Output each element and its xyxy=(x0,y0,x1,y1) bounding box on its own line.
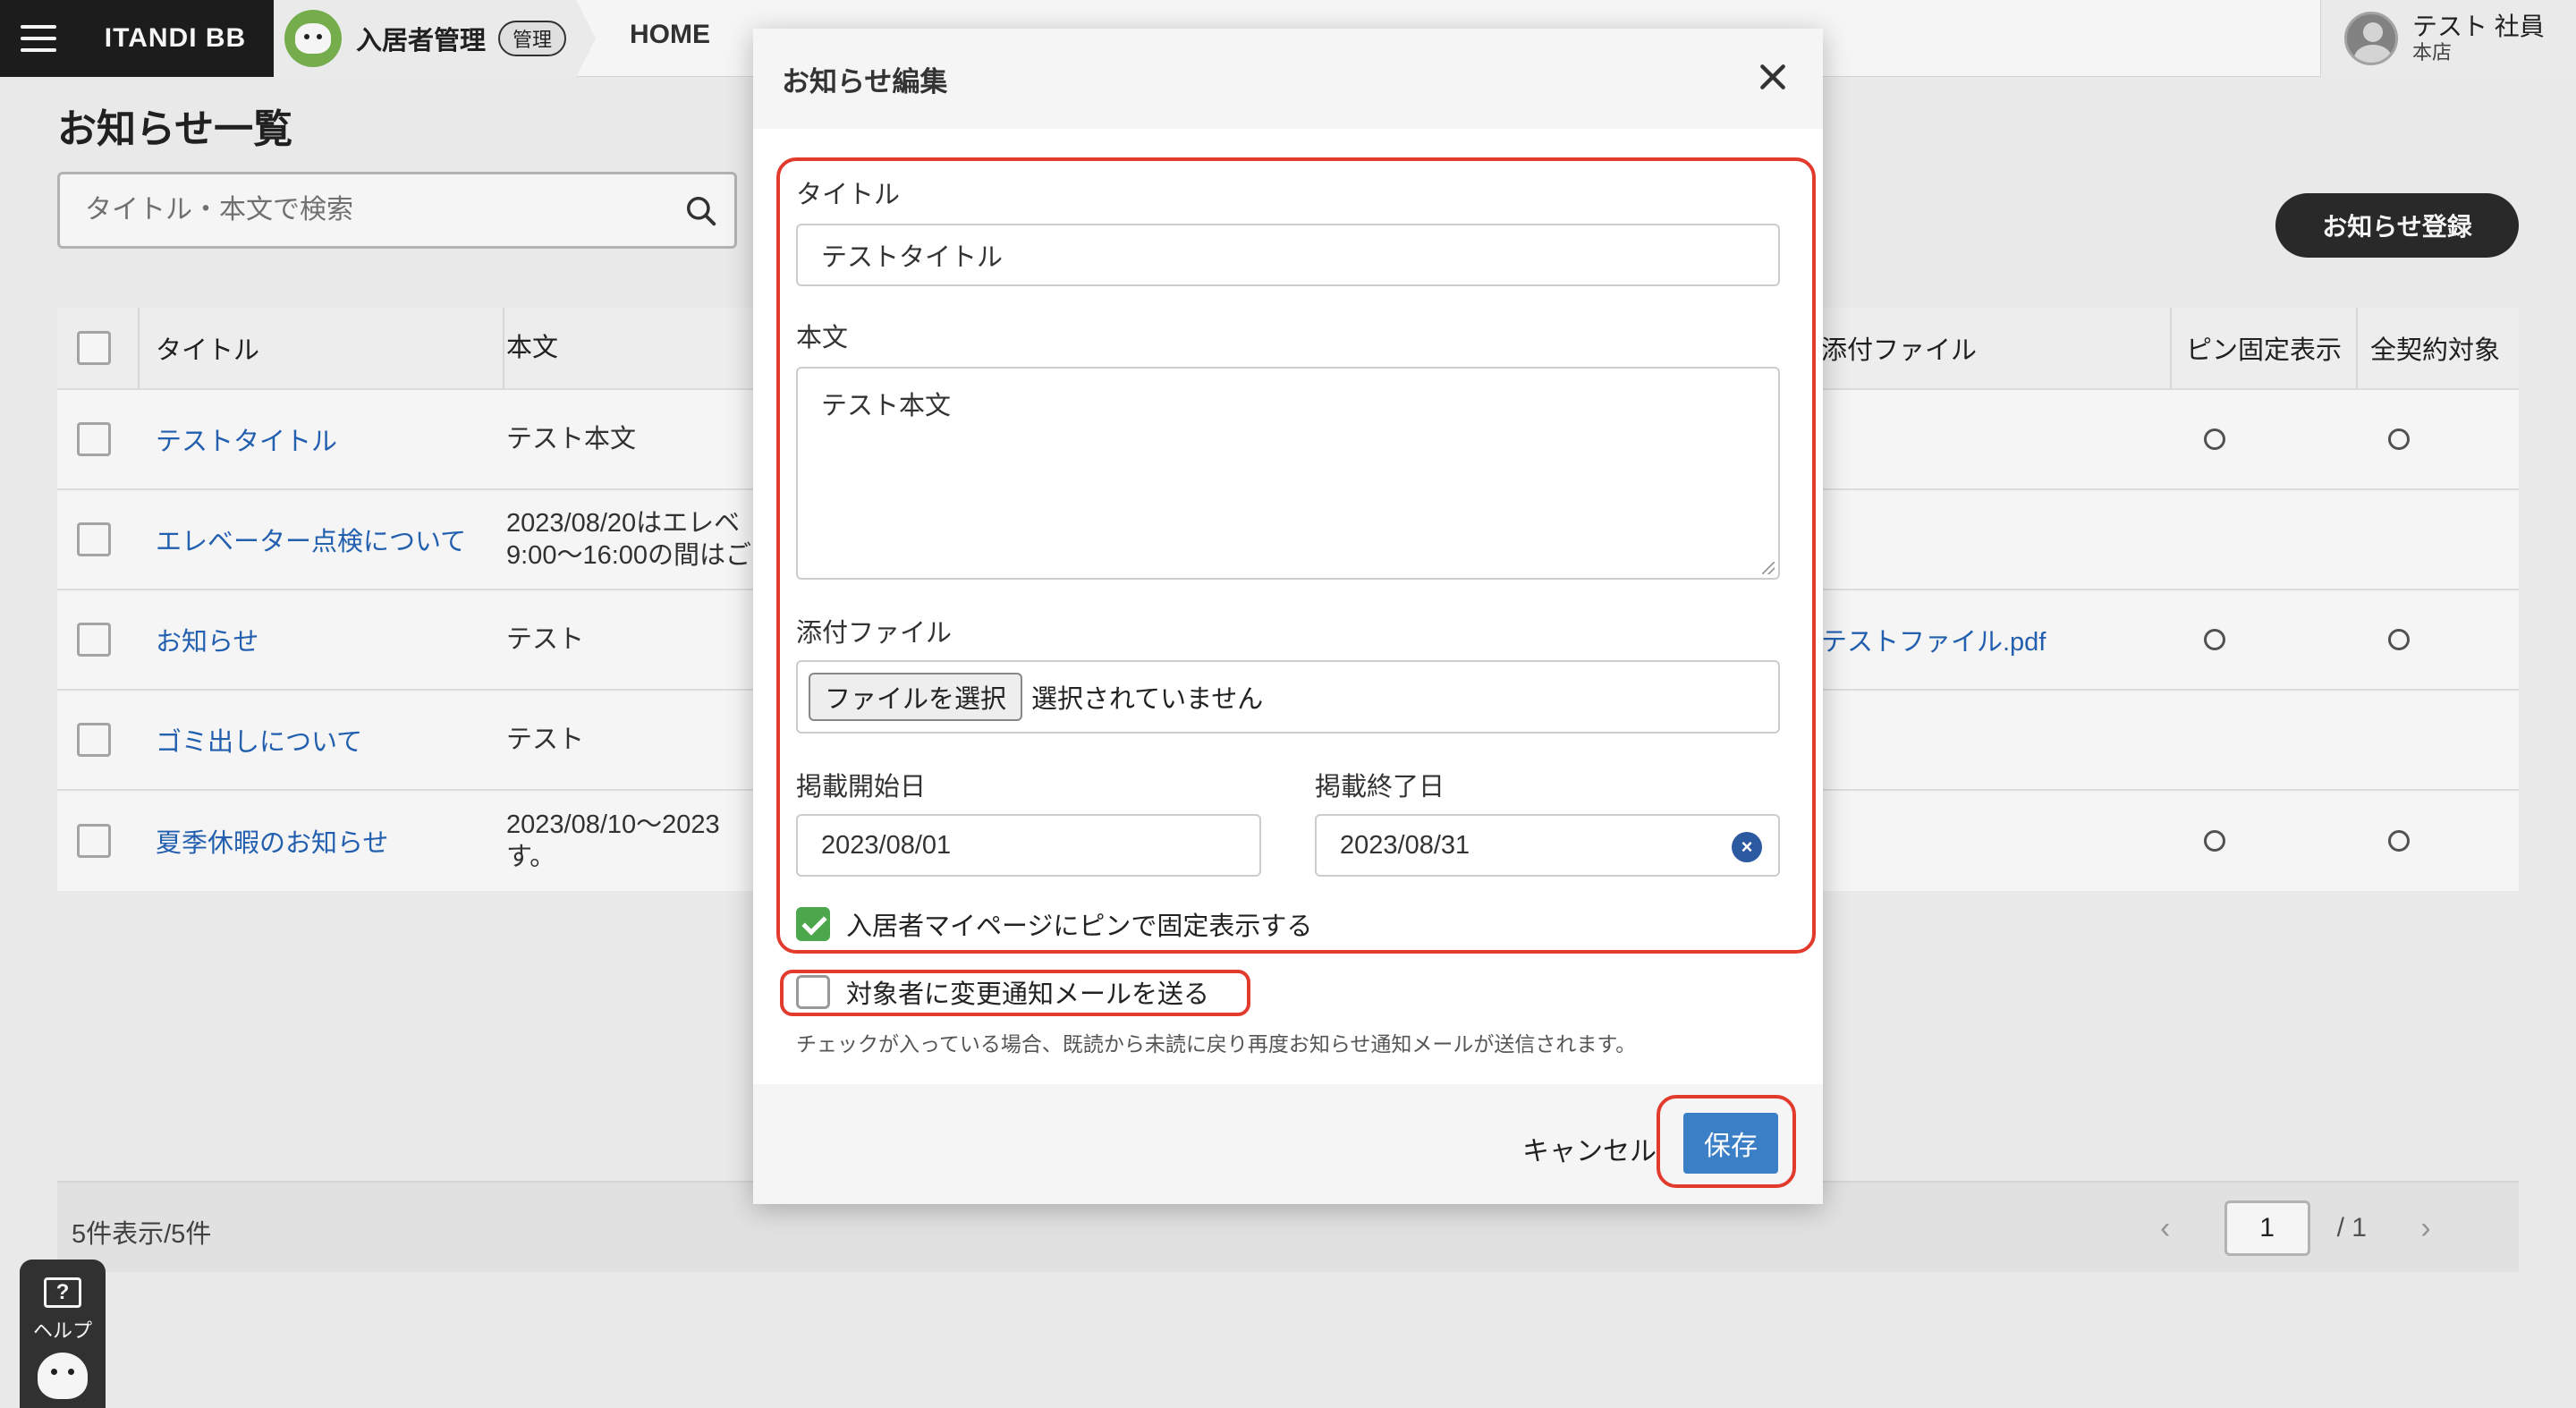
title-input[interactable]: テストタイトル xyxy=(796,224,1780,286)
cancel-button[interactable]: キャンセル xyxy=(1522,1129,1657,1168)
end-date-value: 2023/08/31 xyxy=(1340,830,1470,860)
choose-file-button[interactable]: ファイルを選択 xyxy=(809,673,1023,721)
file-input: ファイルを選択 選択されていません xyxy=(796,660,1780,734)
end-date-input[interactable]: 2023/08/31 × xyxy=(1315,814,1780,877)
pin-checkbox[interactable] xyxy=(796,907,830,941)
notify-checkbox-row[interactable]: 対象者に変更通知メールを送る xyxy=(796,973,1209,1011)
save-button[interactable]: 保存 xyxy=(1683,1113,1778,1174)
start-date-label: 掲載開始日 xyxy=(796,773,927,802)
notify-note: チェックが入っている場合、既読から未読に戻り再度お知らせ通知メールが送信されます… xyxy=(796,1032,1637,1056)
notify-checkbox-label: 対象者に変更通知メールを送る xyxy=(846,980,1210,1009)
body-textarea-value: テスト本文 xyxy=(821,392,952,420)
body-label: 本文 xyxy=(796,324,849,352)
close-icon[interactable] xyxy=(1755,59,1791,95)
pin-checkbox-row[interactable]: 入居者マイページにピンで固定表示する xyxy=(796,905,1312,943)
pin-checkbox-label: 入居者マイページにピンで固定表示する xyxy=(846,912,1313,941)
modal-header: お知らせ編集 xyxy=(753,29,1823,129)
end-date-label: 掲載終了日 xyxy=(1315,773,1445,802)
clear-date-icon[interactable]: × xyxy=(1732,832,1762,862)
body-textarea[interactable]: テスト本文 xyxy=(796,367,1780,580)
modal-title: お知らせ編集 xyxy=(782,65,948,98)
resize-handle-icon[interactable] xyxy=(1762,562,1775,574)
title-label: タイトル xyxy=(796,181,901,209)
file-label: 添付ファイル xyxy=(796,619,953,648)
start-date-input[interactable]: 2023/08/01 xyxy=(796,814,1261,877)
notify-checkbox[interactable] xyxy=(796,975,830,1009)
file-status: 選択されていません xyxy=(1031,685,1264,714)
